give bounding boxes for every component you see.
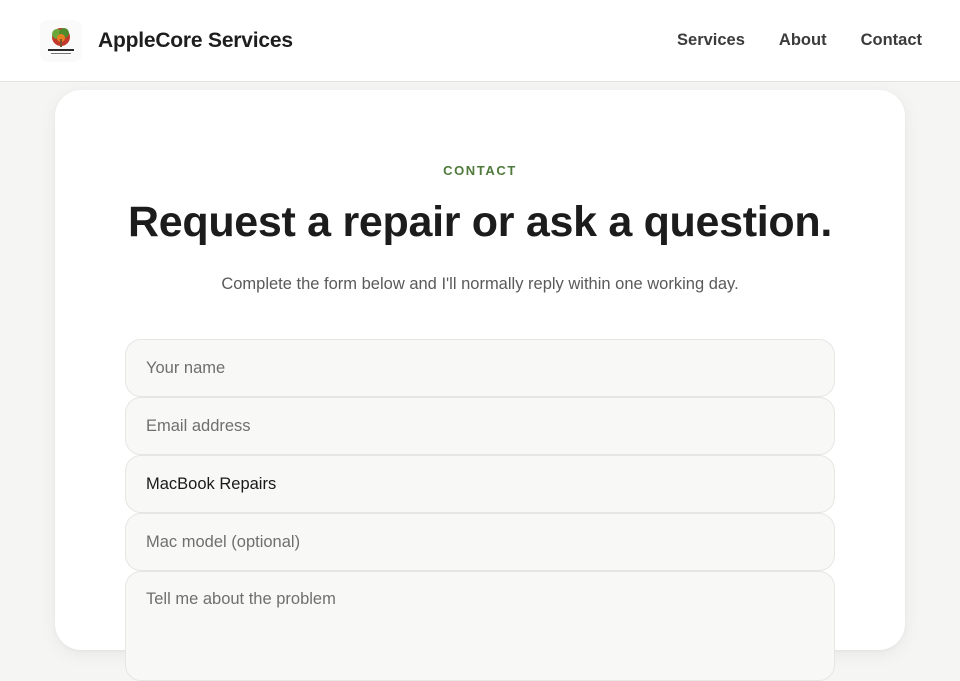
service-select-value: MacBook Repairs [146, 474, 277, 493]
brand-link[interactable]: AppleCore Services [40, 19, 293, 62]
message-field[interactable] [125, 571, 835, 681]
apple-tree-logo-icon [40, 19, 82, 62]
site-header: AppleCore Services Services About Contac… [0, 0, 960, 82]
main-nav: Services About Contact [677, 31, 922, 50]
service-select[interactable]: MacBook Repairs [125, 455, 835, 513]
contact-card: CONTACT Request a repair or ask a questi… [55, 90, 905, 681]
nav-link-contact[interactable]: Contact [861, 31, 922, 50]
nav-link-about[interactable]: About [779, 31, 827, 50]
email-field[interactable] [125, 397, 835, 455]
contact-form: MacBook Repairs [125, 339, 835, 681]
page-subtitle: Complete the form below and I'll normall… [221, 275, 739, 293]
brand-name: AppleCore Services [98, 28, 293, 52]
section-eyebrow: CONTACT [443, 163, 517, 178]
nav-link-services[interactable]: Services [677, 31, 745, 50]
name-field[interactable] [125, 339, 835, 397]
page-title: Request a repair or ask a question. [127, 198, 833, 246]
mac-model-field[interactable] [125, 513, 835, 571]
